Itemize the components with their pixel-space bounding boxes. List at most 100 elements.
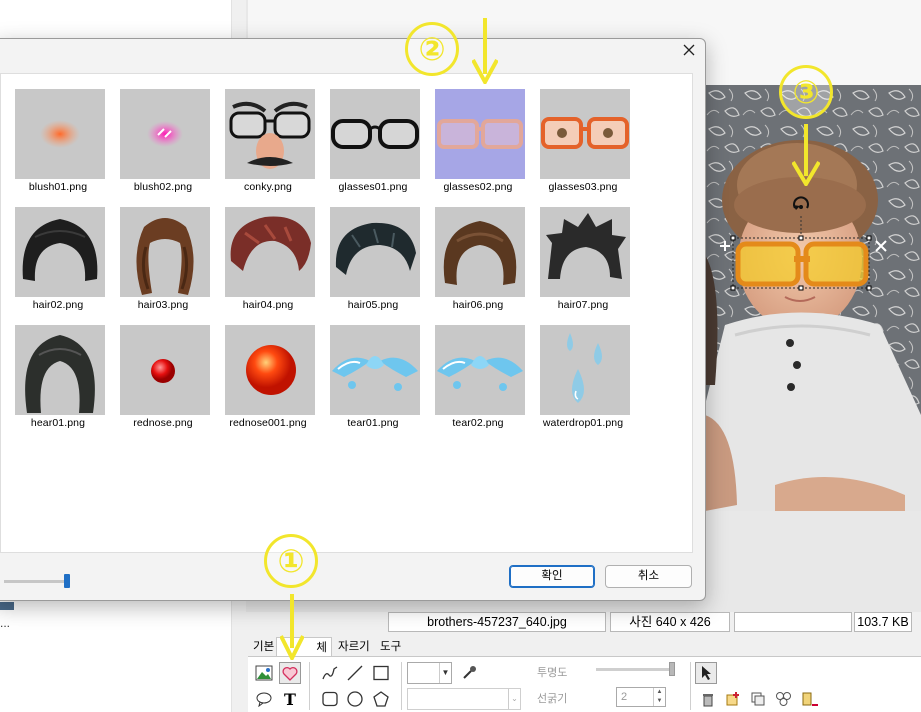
sticker-thumbnail[interactable]: hear01.png bbox=[5, 325, 111, 429]
cancel-button[interactable]: 취소 bbox=[605, 565, 692, 588]
text-icon[interactable]: T bbox=[279, 688, 301, 710]
sticker-filename: blush01.png bbox=[28, 181, 88, 193]
chevron-down-icon: ⌄ bbox=[508, 689, 520, 709]
sticker-thumbnail[interactable]: blush02.png bbox=[110, 89, 216, 193]
sticker-filename: glasses02.png bbox=[443, 181, 513, 193]
opacity-slider[interactable] bbox=[596, 668, 674, 671]
step-2-marker: ② bbox=[405, 22, 459, 76]
spinner-arrows-icon[interactable]: ▲ ▼ bbox=[653, 688, 665, 706]
rectangle-icon[interactable] bbox=[370, 662, 392, 684]
rotate-handle-icon bbox=[793, 196, 809, 210]
rednose-big-icon bbox=[225, 325, 315, 415]
hair-brown-long-icon bbox=[120, 207, 210, 297]
sticker-filename: tear01.png bbox=[347, 417, 399, 429]
tab-tools[interactable]: 도구 bbox=[376, 637, 405, 657]
separator bbox=[690, 662, 691, 710]
status-filesize: 103.7 KB bbox=[854, 612, 912, 632]
step-3-marker: ③ bbox=[779, 65, 833, 119]
step-1-arrow-icon bbox=[280, 594, 304, 660]
ellipsis-text: ... bbox=[0, 616, 11, 630]
sticker-thumbnail[interactable]: rednose001.png bbox=[215, 325, 321, 429]
hair-brown-bob-icon bbox=[435, 207, 525, 297]
line-icon[interactable] bbox=[344, 662, 366, 684]
speech-bubble-icon[interactable] bbox=[253, 688, 275, 710]
status-photo-size: 사진 640 x 426 bbox=[610, 612, 730, 632]
glasses-black-icon bbox=[330, 89, 420, 179]
sticker-selection[interactable] bbox=[716, 196, 892, 296]
rounded-rect-icon[interactable] bbox=[319, 688, 341, 710]
ok-button[interactable]: 확인 bbox=[509, 565, 595, 588]
sticker-filename: hair05.png bbox=[347, 299, 399, 311]
line-style-icon[interactable] bbox=[319, 662, 341, 684]
zoom-slider[interactable] bbox=[4, 580, 68, 583]
delete-sticker-icon bbox=[875, 240, 887, 252]
sticker-thumbnail[interactable]: tear02.png bbox=[425, 325, 531, 429]
sticker-filename: glasses03.png bbox=[548, 181, 618, 193]
sticker-filename: hair02.png bbox=[32, 299, 84, 311]
separator bbox=[309, 662, 310, 710]
sticker-thumbnail[interactable]: conky.png bbox=[215, 89, 321, 193]
hair-black-spiky-icon bbox=[540, 207, 630, 297]
sticker-filename: glasses01.png bbox=[338, 181, 408, 193]
sticker-filename: hair07.png bbox=[557, 299, 609, 311]
opacity-slider-thumb[interactable] bbox=[669, 662, 675, 676]
thickness-value: 2 bbox=[621, 691, 628, 703]
sticker-thumbnail[interactable]: hair05.png bbox=[320, 207, 426, 311]
copy-icon[interactable] bbox=[747, 688, 769, 710]
pentagon-icon[interactable] bbox=[370, 688, 392, 710]
chevron-down-icon: ▼ bbox=[439, 663, 451, 683]
pointer-icon[interactable] bbox=[695, 662, 717, 684]
blush-pink-icon bbox=[120, 89, 210, 179]
color-dropdown[interactable]: ▼ bbox=[407, 662, 452, 684]
sticker-thumbnail[interactable]: waterdrop01.png bbox=[530, 325, 636, 429]
sticker-filename: hair03.png bbox=[137, 299, 189, 311]
sticker-thumbnail[interactable]: tear01.png bbox=[320, 325, 426, 429]
hair-black-bob-icon bbox=[15, 207, 105, 297]
sticker-thumbnail[interactable]: glasses02.png bbox=[425, 89, 531, 193]
sticker-thumbnail[interactable]: blush01.png bbox=[5, 89, 111, 193]
sticker-thumbnail[interactable]: rednose.png bbox=[110, 325, 216, 429]
step-2-arrow-icon bbox=[472, 18, 498, 84]
step-3-arrow-icon bbox=[792, 124, 820, 186]
hair-red-short-icon bbox=[225, 207, 315, 297]
thumbnail-icon[interactable] bbox=[0, 602, 14, 610]
tab-crop[interactable]: 자르기 bbox=[334, 637, 374, 657]
separator bbox=[401, 662, 402, 710]
glasses-pink-icon bbox=[435, 89, 525, 179]
status-empty bbox=[734, 612, 852, 632]
rednose-small-icon bbox=[120, 325, 210, 415]
zoom-slider-thumb[interactable] bbox=[64, 574, 70, 588]
sticker-thumbnail[interactable]: hair03.png bbox=[110, 207, 216, 311]
glasses-orange-icon bbox=[540, 89, 630, 179]
sticker-filename: blush02.png bbox=[133, 181, 193, 193]
waterdrops-icon bbox=[540, 325, 630, 415]
sticker-thumbnail[interactable]: hair04.png bbox=[215, 207, 321, 311]
hair-black-long-icon bbox=[15, 325, 105, 415]
sticker-thumbnail[interactable]: glasses01.png bbox=[320, 89, 426, 193]
move-icon bbox=[720, 241, 730, 251]
sticker-filename: hair04.png bbox=[242, 299, 294, 311]
tab-basic[interactable]: 기본 bbox=[249, 637, 278, 657]
status-bar: brothers-457237_640.jpg 사진 640 x 426 103… bbox=[388, 612, 921, 632]
hair-black-short-icon bbox=[330, 207, 420, 297]
sticker-thumbnail[interactable]: hair02.png bbox=[5, 207, 111, 311]
blush-orange-icon bbox=[15, 89, 105, 179]
flip-icon[interactable] bbox=[799, 688, 821, 710]
delete-icon[interactable] bbox=[697, 688, 719, 710]
circle-icon[interactable] bbox=[344, 688, 366, 710]
line-style-dropdown[interactable]: ⌄ bbox=[407, 688, 521, 710]
thickness-spinner[interactable]: 2 ▲ ▼ bbox=[616, 687, 666, 707]
group-icon[interactable] bbox=[773, 688, 795, 710]
sticker-thumbnail[interactable]: glasses03.png bbox=[530, 89, 636, 193]
sticker-filename: rednose.png bbox=[133, 417, 193, 429]
step-1-marker: ① bbox=[264, 534, 318, 588]
image-icon[interactable] bbox=[253, 662, 275, 684]
heart-sticker-icon[interactable] bbox=[279, 662, 301, 684]
opacity-label: 투명도 bbox=[537, 667, 568, 679]
close-icon[interactable] bbox=[676, 40, 702, 60]
sticker-thumbnail[interactable]: hair07.png bbox=[530, 207, 636, 311]
eyedropper-icon[interactable] bbox=[458, 662, 480, 684]
conky-icon bbox=[225, 89, 315, 179]
sticker-thumbnail[interactable]: hair06.png bbox=[425, 207, 531, 311]
add-layer-icon[interactable] bbox=[722, 688, 744, 710]
